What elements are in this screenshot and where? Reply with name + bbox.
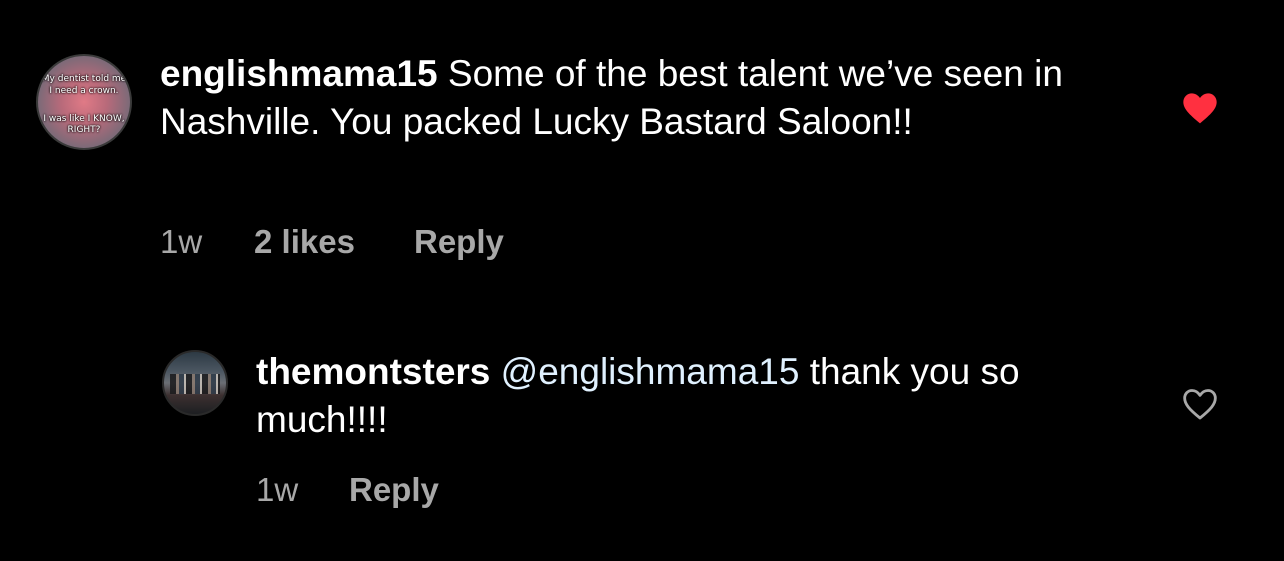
avatar-photo bbox=[170, 374, 220, 394]
comment-username[interactable]: themontsters bbox=[256, 351, 490, 392]
avatar[interactable] bbox=[162, 350, 228, 416]
avatar-caption-line: My dentist told me bbox=[41, 74, 127, 84]
comment-body: themontsters @englishmama15 thank you so… bbox=[256, 348, 1116, 444]
comment-reply: themontsters @englishmama15 thank you so… bbox=[0, 340, 1284, 540]
comment-meta: 1w 2 likes Reply bbox=[160, 222, 760, 262]
comment-mention[interactable]: @englishmama15 bbox=[501, 351, 800, 392]
comment-timestamp: 1w bbox=[160, 223, 203, 260]
comment-body: englishmama15 Some of the best talent we… bbox=[160, 50, 1080, 146]
heart-outline-icon[interactable] bbox=[1180, 384, 1220, 424]
comment-likes-count[interactable]: 2 likes bbox=[254, 222, 355, 262]
comment-meta: 1w Reply bbox=[256, 470, 656, 510]
reply-button[interactable]: Reply bbox=[414, 222, 504, 262]
comment: My dentist told me I need a crown. I was… bbox=[0, 0, 1284, 300]
comment-timestamp: 1w bbox=[256, 471, 299, 508]
comment-username[interactable]: englishmama15 bbox=[160, 53, 438, 94]
reply-button[interactable]: Reply bbox=[349, 470, 439, 510]
heart-filled-icon[interactable] bbox=[1180, 88, 1220, 128]
avatar-caption-line: I need a crown. bbox=[49, 86, 119, 96]
avatar-caption-line: RIGHT? bbox=[67, 125, 101, 135]
avatar-caption-line: I was like I KNOW, bbox=[43, 114, 125, 124]
avatar[interactable]: My dentist told me I need a crown. I was… bbox=[36, 54, 132, 150]
